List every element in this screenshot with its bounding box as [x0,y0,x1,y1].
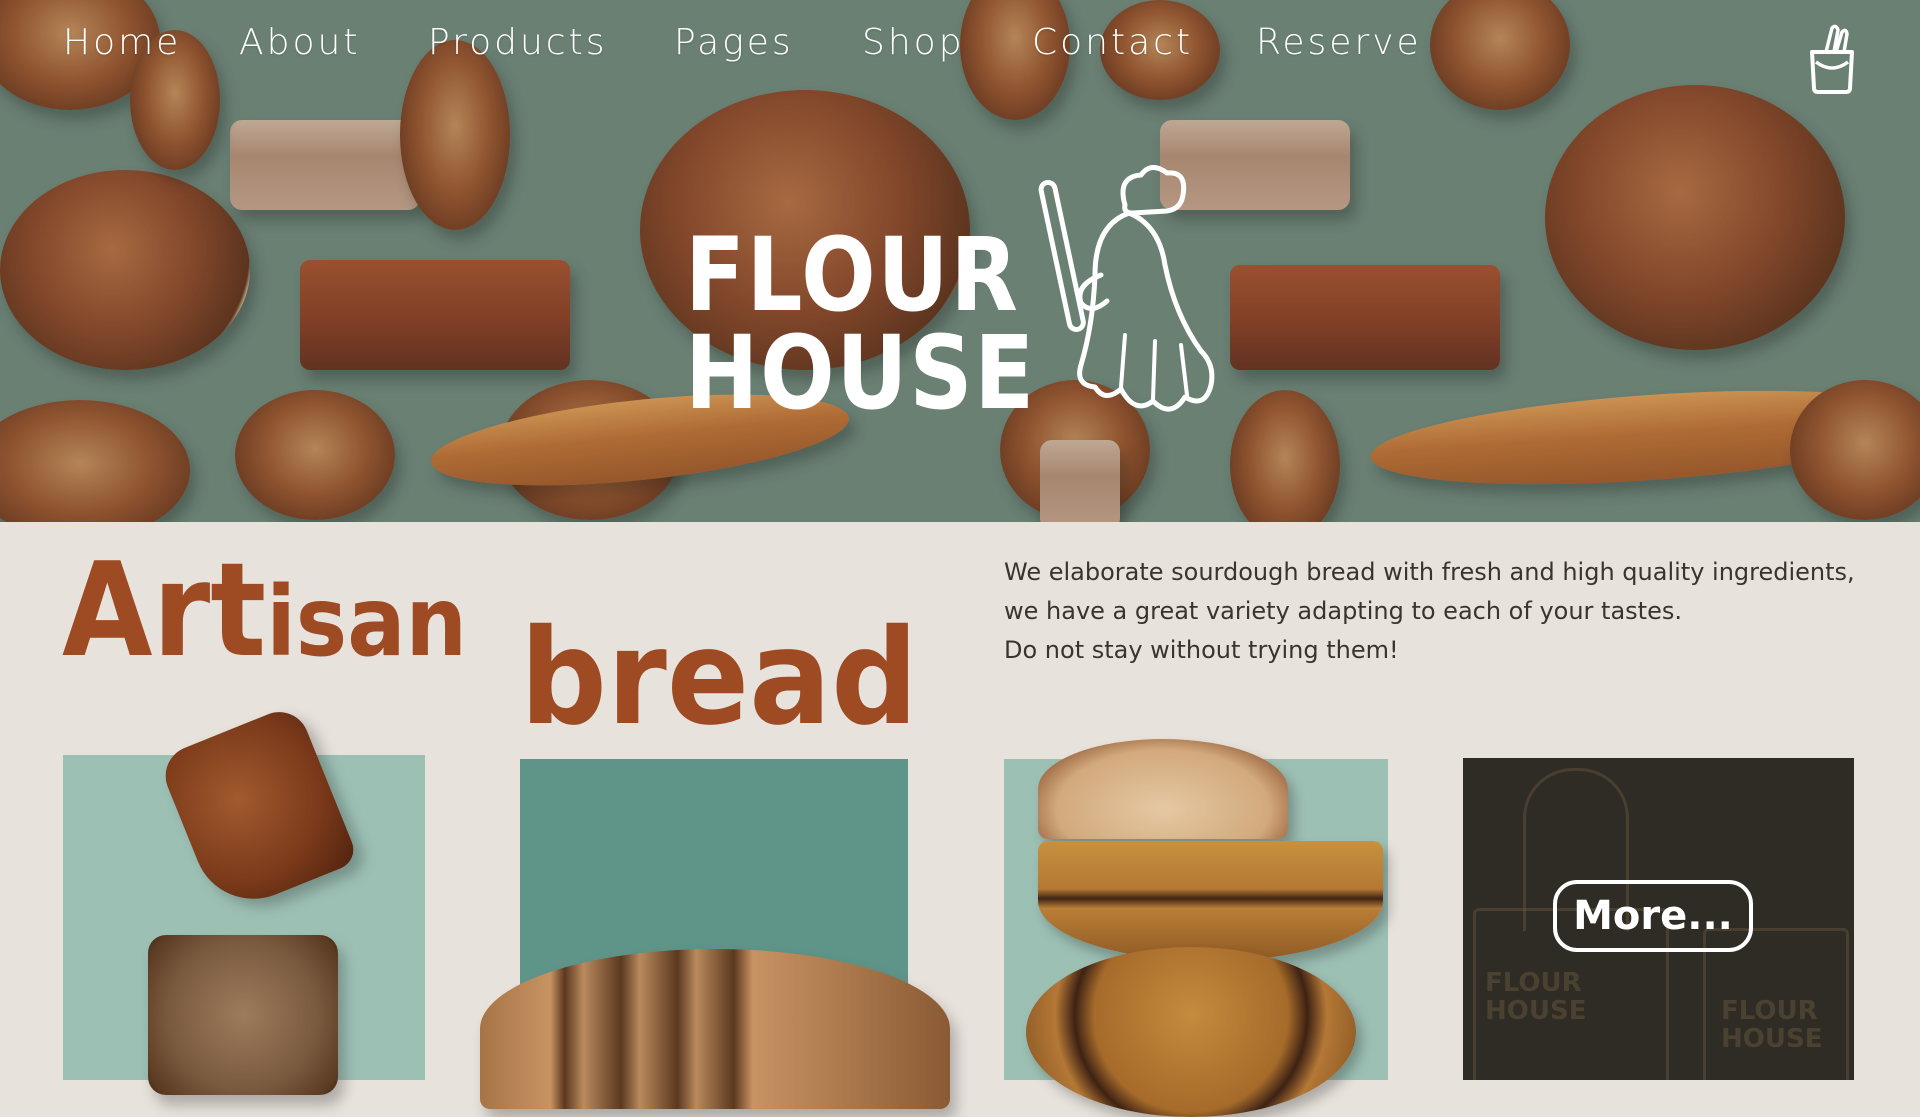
description-line: We elaborate sourdough bread with fresh … [1004,558,1855,586]
bread-image [148,935,338,1095]
nav-pages[interactable]: Pages [674,22,794,63]
bread-image [1026,947,1356,1117]
nav-contact[interactable]: Contact [1032,22,1193,63]
nav-shop[interactable]: Shop [862,22,965,63]
bread-image [1038,739,1288,839]
more-products-card[interactable]: FLOUR HOUSE FLOUR HOUSE More... [1463,758,1854,1080]
nav-reserve[interactable]: Reserve [1256,22,1422,63]
hero-banner: Home About Products Pages Shop Contact R… [0,0,1920,522]
bag-print-house-2: HOUSE [1721,1024,1823,1054]
bag-print-house: HOUSE [1485,996,1587,1026]
bread-image [480,949,950,1109]
title-isan: isan [266,566,468,678]
product-card-rye-bread[interactable] [63,703,425,1095]
nav-home[interactable]: Home [63,22,181,63]
bag-print-flour: FLOUR [1485,968,1582,998]
bag-print-flour-2: FLOUR [1721,996,1818,1026]
bread-image [156,703,360,917]
more-button[interactable]: More... [1553,880,1753,952]
page-title-artisan: Artisan [62,545,467,675]
description-line: we have a great variety adapting to each… [1004,597,1682,625]
title-art: Art [62,534,267,686]
nav-about[interactable]: About [239,22,360,63]
intro-description: We elaborate sourdough bread with fresh … [1004,553,1884,670]
description-line: Do not stay without trying them! [1004,636,1399,664]
page-title-bread: bread [520,601,919,755]
top-navigation: Home About Products Pages Shop Contact R… [0,0,1920,94]
shopping-bag-icon[interactable] [1806,22,1858,94]
logo-word-house: HOUSE [685,314,1036,433]
nav-products[interactable]: Products [428,22,607,63]
bread-image [1038,841,1383,961]
baker-chef-icon [1038,165,1215,412]
flour-house-logo[interactable]: FLOUR HOUSE [685,165,1245,445]
product-card-sourdough[interactable] [1004,739,1388,1117]
logo-word-flour: FLOUR [685,216,1020,335]
product-card-sliced-loaf[interactable] [480,759,950,1109]
